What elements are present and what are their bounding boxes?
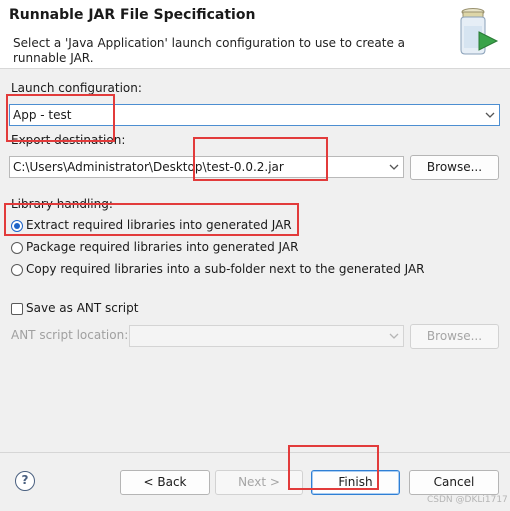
chevron-down-icon: [485, 105, 495, 125]
option-extract-label[interactable]: Extract required libraries into generate…: [26, 218, 292, 232]
launch-config-value: App - test: [13, 108, 72, 122]
option-copy-label[interactable]: Copy required libraries into a sub-folde…: [26, 262, 425, 276]
chevron-down-icon: [389, 326, 399, 346]
ant-location-select[interactable]: [129, 325, 404, 347]
chevron-down-icon: [389, 157, 399, 177]
header-divider: [0, 68, 510, 69]
launch-config-select[interactable]: App - test: [9, 104, 500, 126]
option-package-label[interactable]: Package required libraries into generate…: [26, 240, 298, 254]
footer-divider: [0, 452, 510, 453]
page-description: Select a 'Java Application' launch confi…: [13, 36, 405, 65]
next-button[interactable]: Next >: [215, 470, 303, 495]
export-destination-input[interactable]: C:\Users\Administrator\Desktop\test-0.0.…: [9, 156, 404, 178]
watermark: CSDN @DKLi1717: [427, 495, 508, 505]
export-browse-button[interactable]: Browse...: [410, 155, 499, 180]
ant-location-label: ANT script location:: [11, 328, 129, 342]
finish-button[interactable]: Finish: [311, 470, 400, 495]
export-destination-value: C:\Users\Administrator\Desktop\test-0.0.…: [13, 160, 284, 174]
page-title: Runnable JAR File Specification: [9, 7, 256, 23]
save-ant-label[interactable]: Save as ANT script: [26, 301, 138, 315]
jar-wizard-icon: [453, 4, 503, 60]
library-handling-label: Library handling:: [11, 197, 113, 211]
radio-package-libraries[interactable]: [11, 242, 23, 254]
help-icon[interactable]: ?: [15, 471, 35, 491]
radio-copy-libraries[interactable]: [11, 264, 23, 276]
radio-extract-libraries[interactable]: [11, 220, 23, 232]
ant-browse-button[interactable]: Browse...: [410, 324, 499, 349]
save-ant-checkbox[interactable]: [11, 303, 23, 315]
cancel-button[interactable]: Cancel: [409, 470, 499, 495]
launch-config-label: Launch configuration:: [11, 81, 142, 95]
export-destination-label: Export destination:: [11, 133, 126, 147]
back-button[interactable]: < Back: [120, 470, 210, 495]
